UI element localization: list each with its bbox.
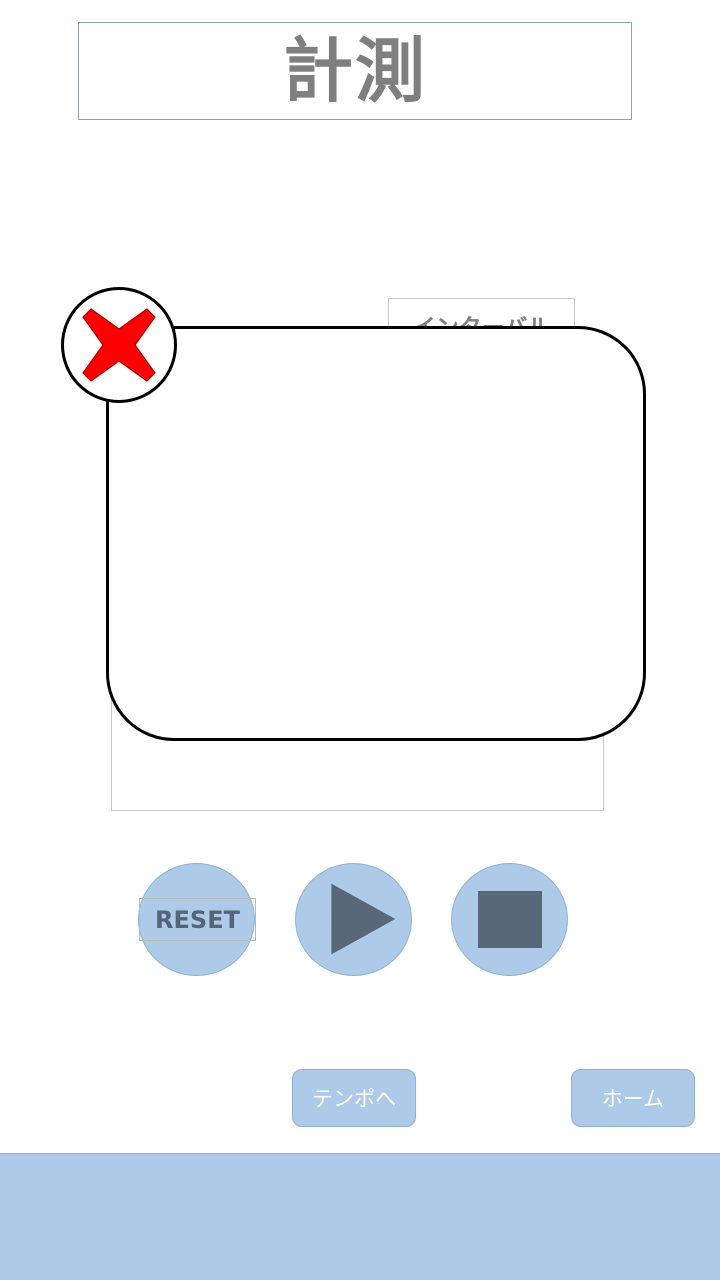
page-title: 計測 bbox=[283, 30, 427, 112]
play-icon bbox=[331, 883, 396, 955]
footer-bar bbox=[0, 1153, 720, 1280]
play-button[interactable] bbox=[295, 863, 412, 976]
home-button[interactable]: ホーム bbox=[571, 1069, 695, 1127]
page-title-box: 計測 bbox=[78, 22, 632, 120]
tempo-button-label: テンポへ bbox=[312, 1087, 396, 1111]
reset-label: RESET bbox=[155, 905, 240, 934]
close-x-icon bbox=[82, 308, 156, 382]
stop-icon bbox=[477, 891, 542, 948]
close-button[interactable] bbox=[61, 287, 177, 403]
reset-label-box: RESET bbox=[139, 898, 256, 941]
popup-dialog bbox=[106, 326, 646, 741]
tempo-button[interactable]: テンポへ bbox=[292, 1069, 416, 1127]
stop-button[interactable] bbox=[451, 863, 568, 976]
home-button-label: ホーム bbox=[601, 1087, 665, 1111]
